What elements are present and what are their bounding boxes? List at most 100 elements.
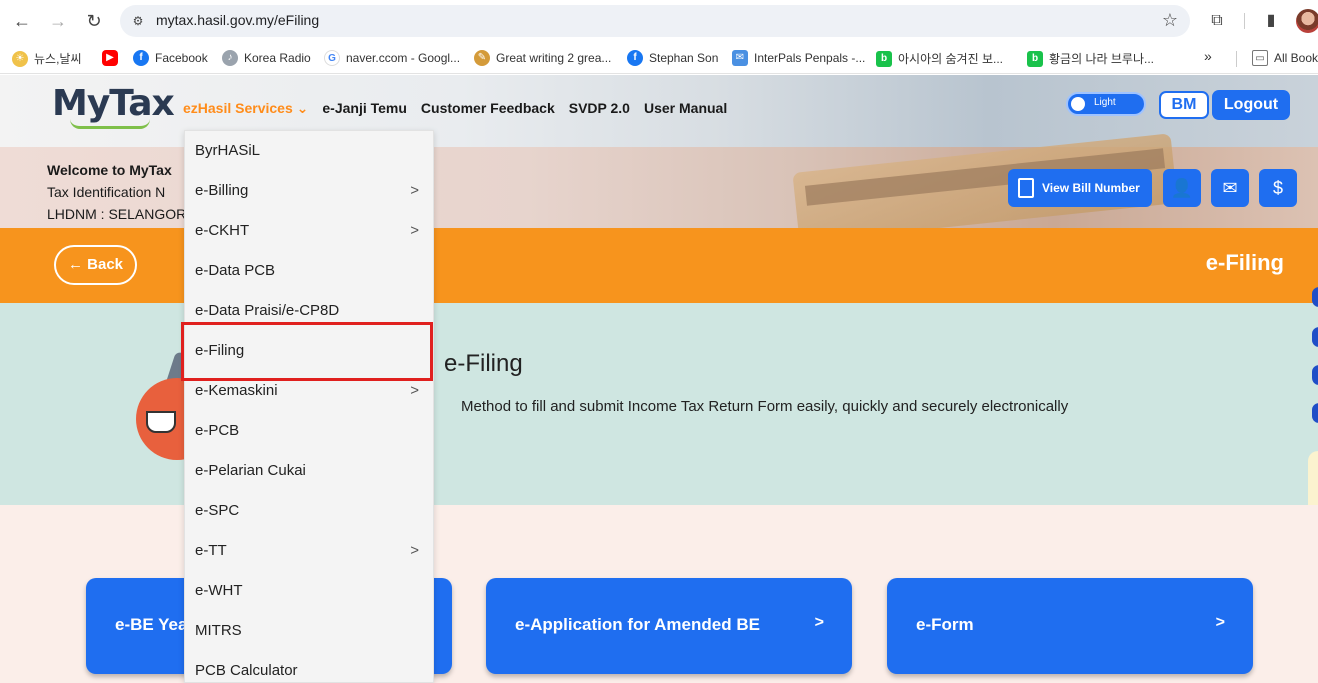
folder-icon: ▭ [1252, 50, 1268, 66]
dropdown-item-e-wht[interactable]: e-WHT [185, 571, 433, 611]
bookmark-item[interactable]: ✎ Great writing 2 grea... [474, 50, 611, 66]
youtube-bookmark[interactable]: ▶ [102, 50, 118, 66]
mail-button[interactable]: ✉ [1211, 169, 1249, 207]
dropdown-item-byrhasil[interactable]: ByrHASiL [185, 131, 433, 171]
back-arrow-icon[interactable]: ← [10, 9, 34, 33]
highlight-annotation [181, 322, 433, 381]
logo-swoosh [70, 119, 150, 129]
site-info-icon[interactable]: ⚙ [130, 13, 146, 29]
payment-icon: $ [1272, 178, 1283, 198]
welcome-info: Welcome to MyTax Tax Identification N LH… [47, 159, 186, 225]
weather-icon: ☀ [12, 50, 28, 67]
bookmark-star-icon[interactable]: ☆ [1162, 10, 1178, 31]
bookmark-item[interactable]: b 황금의 나라 브루나... [1027, 50, 1154, 67]
reload-icon[interactable]: ↻ [82, 9, 106, 33]
chevron-right-icon: > [410, 222, 419, 239]
toolbar-divider [1244, 13, 1245, 29]
tile-e-application-amended-be[interactable]: e-Application for Amended BE > [486, 578, 852, 674]
tile-e-form[interactable]: e-Form > [887, 578, 1253, 674]
dropdown-item-label: e-CKHT [195, 222, 250, 239]
chevron-down-icon: ⌄ [296, 100, 309, 116]
bookmark-item[interactable]: f Facebook [133, 50, 208, 66]
url-text[interactable]: mytax.hasil.gov.my/eFiling [156, 12, 319, 28]
bookmark-item[interactable]: Gnaver.ccom - Googl... [324, 50, 460, 66]
user-icon: 👤 [1170, 178, 1194, 198]
dropdown-item-label: e-Data Praisi/e-CP8D [195, 302, 340, 319]
toggle-knob [1071, 97, 1085, 111]
dropdown-item-label: e-Pelarian Cukai [195, 462, 306, 479]
top-navigation: ezHasil Services ⌄ e-Janji Temu Customer… [183, 100, 727, 117]
profile-avatar[interactable] [1296, 9, 1318, 33]
dropdown-item-e-billing[interactable]: e-Billing > [185, 171, 433, 211]
extensions-icon[interactable]: ⧉ [1206, 10, 1228, 32]
back-button[interactable]: ← Back [54, 245, 137, 285]
dropdown-item-e-tt[interactable]: e-TT > [185, 531, 433, 571]
youtube-icon: ▶ [102, 50, 118, 66]
bookmark-item[interactable]: f Stephan Son [627, 50, 718, 66]
side-indicator[interactable] [1312, 403, 1318, 423]
payment-button[interactable]: $ [1259, 169, 1297, 207]
language-button[interactable]: BM [1159, 91, 1209, 119]
dropdown-item-label: PCB Calculator [195, 662, 298, 679]
dropdown-item-label: ByrHASiL [195, 142, 261, 159]
dropdown-item-label: e-SPC [195, 502, 240, 519]
nav-e-janji-temu[interactable]: e-Janji Temu [322, 100, 407, 117]
dropdown-item-label: e-Kemaskini [195, 382, 278, 399]
dropdown-item-label: e-Data PCB [195, 262, 276, 279]
dropdown-item-label: e-TT [195, 542, 227, 559]
radio-icon: ♪ [222, 50, 238, 66]
bookmark-item[interactable]: ♪ Korea Radio [222, 50, 311, 66]
view-bill-number-button[interactable]: View Bill Number [1008, 169, 1152, 207]
bookmarks-divider [1236, 51, 1237, 67]
bookmark-item[interactable]: b 아시아의 숨겨진 보... [876, 50, 1003, 67]
chevron-right-icon: > [410, 182, 419, 199]
profile-button[interactable]: 👤 [1163, 169, 1201, 207]
side-panel-icon[interactable]: ▮ [1260, 10, 1282, 32]
tax-id-label: Tax Identification N [47, 184, 166, 200]
side-indicator[interactable] [1312, 327, 1318, 347]
bookmark-item[interactable]: ☀ 뉴스,날씨 [12, 50, 82, 67]
blog-icon: b [876, 50, 892, 67]
dropdown-item-label: e-WHT [195, 582, 243, 599]
theme-toggle-label: Light [1094, 97, 1116, 108]
info-title: e-Filing [444, 350, 523, 377]
dropdown-item-mitrs[interactable]: MITRS [185, 611, 433, 651]
dropdown-item-label: e-PCB [195, 422, 240, 439]
mytax-logo[interactable]: MyTax [52, 83, 175, 124]
theme-toggle[interactable]: Light [1066, 92, 1146, 116]
welcome-title: Welcome to MyTax [47, 162, 172, 178]
google-icon: G [324, 50, 340, 66]
info-description: Method to fill and submit Income Tax Ret… [461, 398, 1069, 415]
nav-user-manual[interactable]: User Manual [644, 100, 727, 117]
coffee-cup-illustration [146, 411, 176, 433]
bookmark-item[interactable]: ✉ InterPals Penpals -... [732, 50, 865, 66]
facebook-icon: f [627, 50, 643, 66]
all-bookmarks[interactable]: ▭All Bookmarks [1252, 50, 1318, 66]
dropdown-item-pcb-calculator[interactable]: PCB Calculator [185, 651, 433, 683]
dropdown-item-e-spc[interactable]: e-SPC [185, 491, 433, 531]
nav-customer-feedback[interactable]: Customer Feedback [421, 100, 555, 117]
envelope-icon: ✉ [1222, 178, 1238, 198]
arrow-left-icon: ← [67, 256, 83, 273]
dropdown-item-e-data-pcb[interactable]: e-Data PCB [185, 251, 433, 291]
forward-arrow-icon[interactable]: → [46, 9, 70, 33]
dropdown-item-e-pelarian-cukai[interactable]: e-Pelarian Cukai [185, 451, 433, 491]
side-indicator[interactable] [1312, 287, 1318, 307]
dropdown-item-label: MITRS [195, 622, 242, 639]
logout-button[interactable]: Logout [1212, 90, 1290, 120]
nav-svdp[interactable]: SVDP 2.0 [569, 100, 630, 117]
dropdown-item-e-ckht[interactable]: e-CKHT > [185, 211, 433, 251]
chevron-right-icon: > [1215, 614, 1225, 631]
dropdown-item-e-pcb[interactable]: e-PCB [185, 411, 433, 451]
mail-icon: ✉ [732, 50, 748, 66]
more-bookmarks-icon[interactable]: » [1204, 48, 1212, 64]
chevron-right-icon: > [410, 542, 419, 559]
section-title: e-Filing [1205, 250, 1284, 275]
browser-toolbar: ← → ↻ ⚙ mytax.hasil.gov.my/eFiling ☆ ⧉ ▮ [0, 0, 1318, 42]
nav-ezhasil-services[interactable]: ezHasil Services ⌄ [183, 100, 308, 117]
address-bar[interactable]: ⚙ mytax.hasil.gov.my/eFiling ☆ [120, 5, 1190, 37]
facebook-icon: f [133, 50, 149, 66]
branch-label: LHDNM : SELANGOR [47, 206, 187, 222]
side-indicator[interactable] [1312, 365, 1318, 385]
ezhasil-services-dropdown: ByrHASiL e-Billing > e-CKHT > e-Data PCB e-Dat… [184, 130, 434, 683]
